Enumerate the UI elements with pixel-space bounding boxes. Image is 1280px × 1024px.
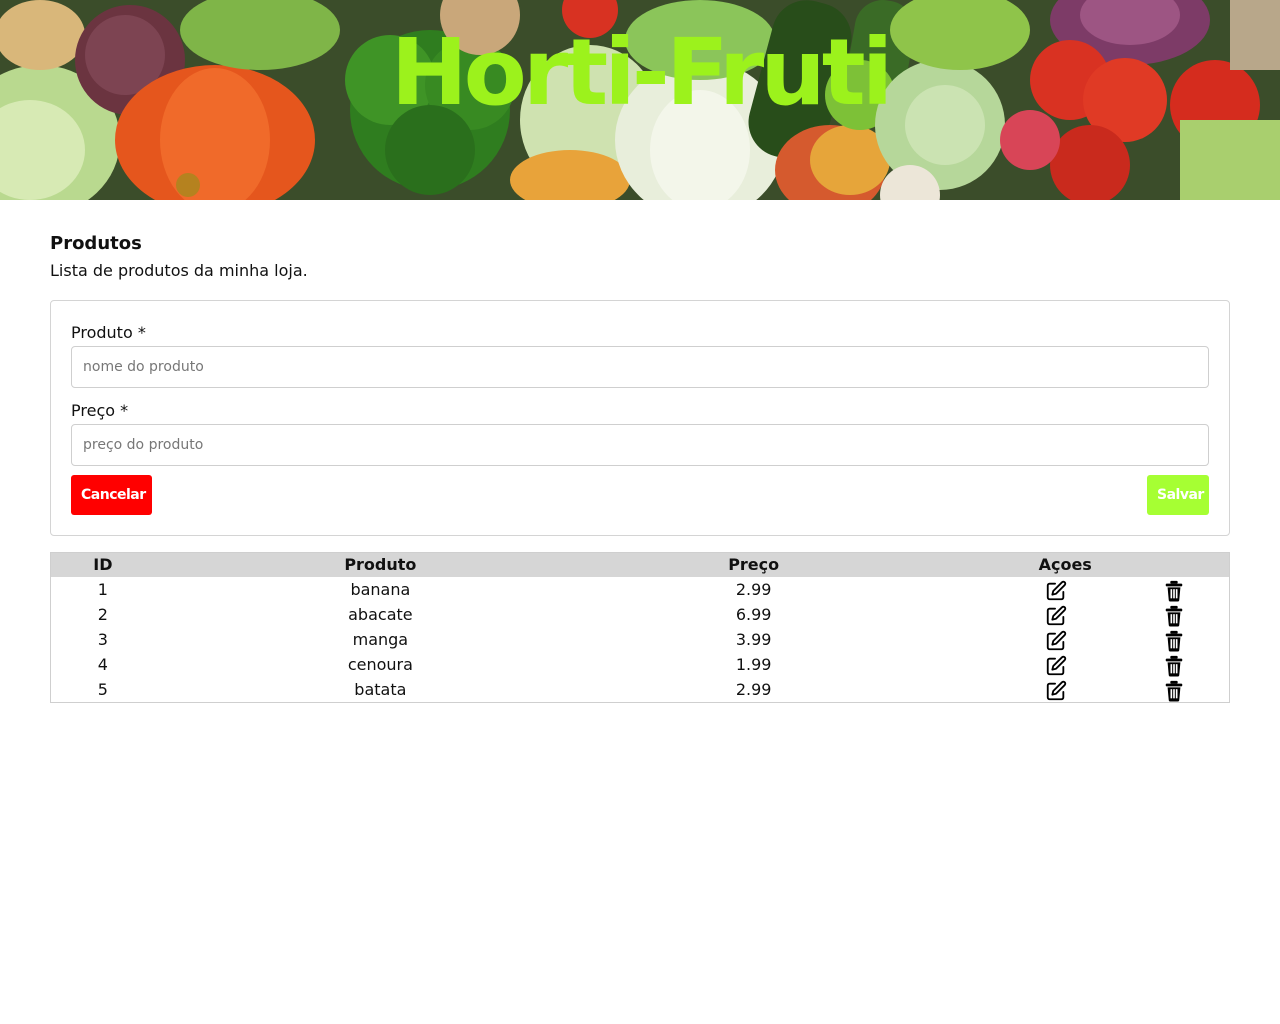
products-table: ID Produto Preço Açoes 1 banana 2.99 2 abaca… bbox=[50, 552, 1230, 703]
trash-icon[interactable] bbox=[1163, 605, 1185, 627]
cell-preco: 3.99 bbox=[735, 630, 772, 649]
cell-produto: batata bbox=[354, 680, 407, 699]
product-form: Produto * Preço * Cancelar Salvar bbox=[50, 300, 1230, 536]
cell-id: 1 bbox=[97, 580, 108, 599]
edit-icon[interactable] bbox=[1045, 605, 1067, 627]
table-row: 4 cenoura 1.99 bbox=[51, 652, 1229, 677]
product-label: Produto * bbox=[71, 323, 146, 342]
cell-preco: 2.99 bbox=[735, 580, 772, 599]
table-row: 5 batata 2.99 bbox=[51, 677, 1229, 702]
cell-id: 2 bbox=[97, 605, 108, 624]
cell-preco: 6.99 bbox=[735, 605, 772, 624]
cell-produto: banana bbox=[350, 580, 411, 599]
cell-produto: abacate bbox=[348, 605, 413, 624]
cell-edit bbox=[901, 577, 1109, 602]
cell-edit bbox=[901, 652, 1109, 677]
cell-delete bbox=[1109, 602, 1229, 627]
edit-icon[interactable] bbox=[1045, 680, 1067, 702]
save-button[interactable]: Salvar bbox=[1147, 475, 1209, 515]
table-row: 1 banana 2.99 bbox=[51, 577, 1229, 602]
cell-id: 5 bbox=[97, 680, 108, 699]
header-id: ID bbox=[93, 555, 113, 574]
trash-icon[interactable] bbox=[1163, 680, 1185, 702]
trash-icon[interactable] bbox=[1163, 655, 1185, 677]
cell-delete bbox=[1109, 677, 1229, 702]
cancel-button[interactable]: Cancelar bbox=[71, 475, 152, 515]
price-label: Preço * bbox=[71, 401, 129, 420]
table-row: 2 abacate 6.99 bbox=[51, 602, 1229, 627]
page-subtitle: Lista de produtos da minha loja. bbox=[50, 261, 308, 280]
header-produto: Produto bbox=[344, 555, 417, 574]
header-acoes: Açoes bbox=[1038, 555, 1092, 574]
header-banner: Horti-Fruti bbox=[0, 0, 1280, 200]
header-preco: Preço bbox=[728, 555, 780, 574]
cell-id: 4 bbox=[97, 655, 108, 674]
cell-delete bbox=[1109, 652, 1229, 677]
edit-icon[interactable] bbox=[1045, 630, 1067, 652]
cell-delete bbox=[1109, 577, 1229, 602]
cell-produto: manga bbox=[352, 630, 409, 649]
cell-preco: 2.99 bbox=[735, 680, 772, 699]
cell-edit bbox=[901, 677, 1109, 702]
cell-edit bbox=[901, 602, 1109, 627]
table-row: 3 manga 3.99 bbox=[51, 627, 1229, 652]
main-content: Produtos Lista de produtos da minha loja… bbox=[50, 230, 1230, 703]
table-header-row: ID Produto Preço Açoes bbox=[51, 553, 1229, 577]
cell-delete bbox=[1109, 627, 1229, 652]
trash-icon[interactable] bbox=[1163, 580, 1185, 602]
product-price-input[interactable] bbox=[71, 424, 1209, 466]
cell-id: 3 bbox=[97, 630, 108, 649]
cell-produto: cenoura bbox=[347, 655, 413, 674]
product-name-input[interactable] bbox=[71, 346, 1209, 388]
cell-edit bbox=[901, 627, 1109, 652]
site-title: Horti-Fruti bbox=[390, 19, 894, 126]
trash-icon[interactable] bbox=[1163, 630, 1185, 652]
page-title: Produtos bbox=[50, 233, 142, 254]
edit-icon[interactable] bbox=[1045, 580, 1067, 602]
edit-icon[interactable] bbox=[1045, 655, 1067, 677]
cell-preco: 1.99 bbox=[735, 655, 772, 674]
